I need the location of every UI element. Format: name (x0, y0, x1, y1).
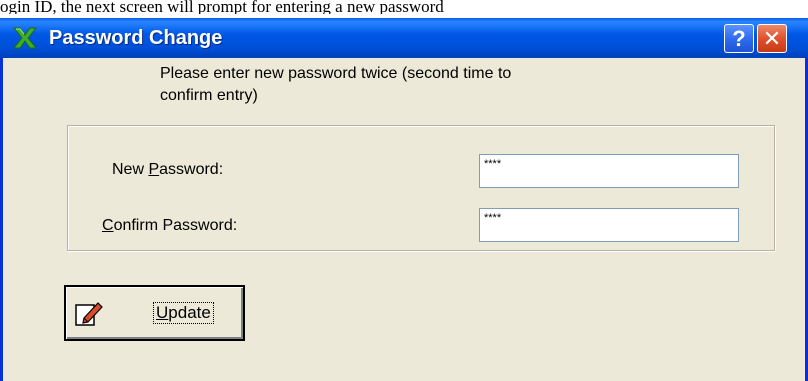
update-label-rest: pdate (168, 303, 211, 322)
update-button[interactable]: Update (64, 285, 245, 341)
update-accesskey: U (156, 303, 169, 322)
help-icon: ? (732, 25, 746, 51)
update-button-label: Update (153, 302, 214, 324)
new-password-label-prefix: New (112, 161, 149, 178)
confirm-password-label-suffix: onfirm Password: (113, 217, 238, 234)
instruction-text: Please enter new password twice (second … (160, 63, 680, 107)
title-bar[interactable]: Password Change ? ✕ (0, 18, 808, 58)
new-password-label: New Password: (112, 161, 223, 179)
confirm-password-accesskey: C (102, 217, 114, 234)
new-password-accesskey: P (148, 161, 160, 178)
instruction-line-1: Please enter new password twice (second … (160, 65, 512, 82)
password-change-dialog: Password Change ? ✕ Please enter new pas… (0, 18, 808, 381)
new-password-field[interactable] (479, 154, 739, 188)
instruction-line-2: confirm entry) (160, 87, 258, 104)
close-icon: ✕ (762, 25, 782, 51)
edit-document-icon (75, 302, 103, 326)
screen: ogin ID, the next screen will prompt for… (0, 0, 808, 381)
close-button[interactable]: ✕ (757, 24, 787, 53)
help-button[interactable]: ? (724, 24, 754, 53)
document-text-line: ogin ID, the next screen will prompt for… (0, 0, 444, 14)
confirm-password-field[interactable] (479, 208, 739, 242)
window-title: Password Change (49, 27, 223, 49)
app-x-icon (12, 27, 38, 49)
new-password-label-suffix: assword: (159, 161, 224, 178)
confirm-password-label: Confirm Password: (102, 217, 237, 235)
